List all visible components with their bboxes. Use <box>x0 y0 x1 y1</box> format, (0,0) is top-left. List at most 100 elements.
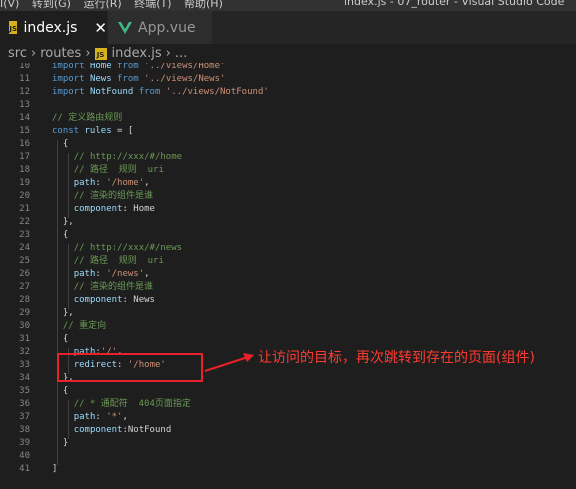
code-token: // http://xxx/#/home <box>73 152 183 162</box>
code-text: }, <box>52 216 74 229</box>
code-token: ] <box>52 464 58 474</box>
breadcrumb-src[interactable]: src <box>8 46 27 61</box>
line-number: 26 <box>19 269 30 279</box>
code-token: from <box>117 63 139 71</box>
code-token: '*' <box>106 412 123 422</box>
code-token: Home <box>89 63 112 71</box>
line-number: 30 <box>19 321 30 331</box>
breadcrumb-routes[interactable]: routes <box>40 46 81 61</box>
code-token: // 路径 规则 uri <box>73 165 164 175</box>
line-number: 10 <box>19 63 30 71</box>
tab-app-vue[interactable]: App.vue <box>107 11 212 44</box>
code-token: News <box>89 74 112 84</box>
tab-label: index.js <box>23 19 78 36</box>
code-text: // 重定向 <box>52 320 106 333</box>
code-text: component: Home <box>52 203 155 216</box>
code-token: } <box>52 438 69 448</box>
line-number: 17 <box>19 152 30 162</box>
code-token: { <box>52 386 69 396</box>
line-number: 41 <box>19 464 30 474</box>
line-number: 24 <box>19 243 30 253</box>
code-token: path <box>73 269 96 279</box>
code-text: path: '*', <box>52 411 128 424</box>
menu-item-help[interactable]: 帮助(H) <box>184 0 223 10</box>
code-text: import NotFound from '../views/NotFound' <box>52 86 269 99</box>
code-text: ] <box>52 463 57 476</box>
code-token: component <box>73 204 123 214</box>
tab-label: App.vue <box>138 19 196 36</box>
line-number: 40 <box>19 451 30 461</box>
menu-item-view[interactable]: I(V) <box>0 0 19 10</box>
line-number: 13 <box>19 100 30 110</box>
code-token: : <box>95 269 107 279</box>
line-number: 15 <box>19 126 30 136</box>
code-token: rules <box>84 126 112 136</box>
code-text: } <box>52 437 68 450</box>
code-token: // 重定向 <box>62 321 107 331</box>
code-token: , <box>144 269 150 279</box>
line-number: 32 <box>19 347 30 357</box>
close-icon[interactable]: ✕ <box>94 19 107 37</box>
line-number: 12 <box>19 87 30 97</box>
code-token: : <box>95 412 107 422</box>
code-token: // 定义路由规则 <box>52 113 123 123</box>
code-text: component:NotFound <box>52 424 172 437</box>
code-token: '../views/News' <box>144 74 226 84</box>
code-text: { <box>52 138 68 151</box>
line-number: 39 <box>19 438 30 448</box>
code-text: { <box>52 333 68 346</box>
code-token: , <box>122 412 128 422</box>
code-token: '/home' <box>106 178 145 188</box>
breadcrumb-symbol[interactable]: ... <box>175 46 187 61</box>
code-token: // 渲染的组件是谁 <box>73 282 153 292</box>
line-number: 34 <box>19 373 30 383</box>
highlight-box <box>57 353 203 382</box>
code-text: }, <box>52 307 74 320</box>
code-token: from <box>138 87 161 97</box>
line-number: 27 <box>19 282 30 292</box>
code-text: const rules = [ <box>52 125 133 138</box>
code-editor[interactable]: 10 import Home from '../views/Home' 11 impo… <box>0 63 576 489</box>
chevron-right-icon: › <box>30 46 37 61</box>
code-token: import <box>52 63 85 71</box>
code-token: from <box>117 74 139 84</box>
menu-item-run[interactable]: 运行(R) <box>83 0 121 10</box>
vue-file-icon <box>118 21 132 34</box>
code-text: // 渲染的组件是谁 <box>52 190 153 203</box>
line-number: 31 <box>19 334 30 344</box>
chevron-right-icon: › <box>85 46 91 61</box>
code-text: // 定义路由规则 <box>52 112 122 125</box>
code-token: '../views/NotFound' <box>165 87 269 97</box>
code-token: :NotFound <box>122 425 172 435</box>
code-text: path: '/news', <box>52 268 150 281</box>
code-text: // * 通配符 404页面指定 <box>52 398 191 411</box>
title-bar: I(V) 转到(G) 运行(R) 终端(T) 帮助(H) index.js - … <box>0 0 576 11</box>
line-number: 25 <box>19 256 30 266</box>
breadcrumb-file[interactable]: index.js <box>112 46 162 61</box>
code-token: , <box>144 178 150 188</box>
menu-item-goto[interactable]: 转到(G) <box>32 0 71 10</box>
line-number: 35 <box>19 386 30 396</box>
editor-tab-bar: JS index.js ✕ App.vue <box>0 11 576 44</box>
tab-index-js[interactable]: JS index.js ✕ <box>0 11 107 44</box>
code-text: component: News <box>52 294 155 307</box>
code-token: // http://xxx/#/news <box>73 243 183 253</box>
menu-item-terminal[interactable]: 终端(T) <box>134 0 171 10</box>
code-token: component <box>73 295 123 305</box>
code-text: import Home from '../views/Home' <box>52 63 225 73</box>
code-token: path <box>73 412 96 422</box>
js-file-icon: JS <box>9 21 18 34</box>
line-number: 16 <box>19 139 30 149</box>
line-number: 14 <box>19 113 30 123</box>
code-token: import <box>52 87 85 97</box>
